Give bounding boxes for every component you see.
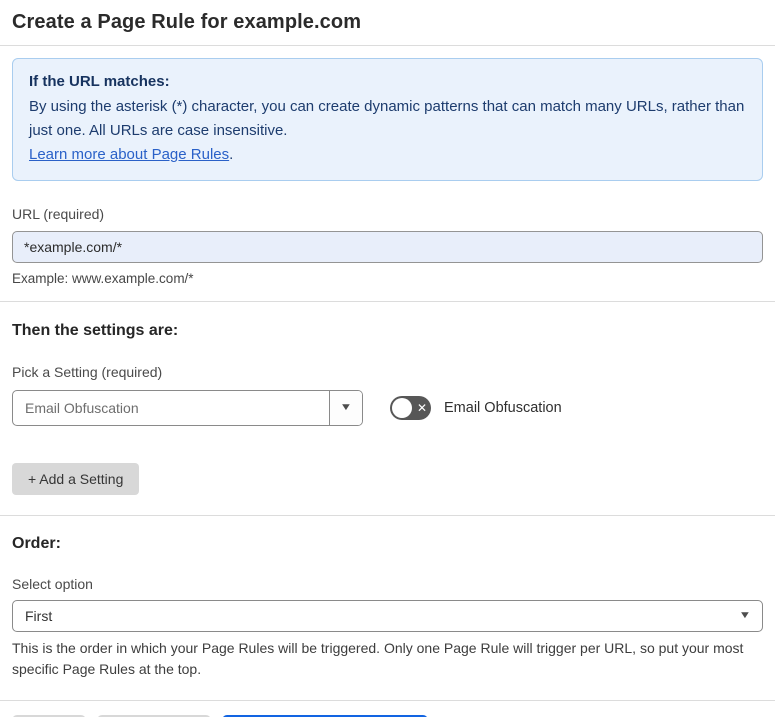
info-box-body: By using the asterisk (*) character, you… <box>29 98 745 139</box>
create-page-rule-panel: Create a Page Rule for example.com If th… <box>0 11 775 717</box>
order-select-value: First <box>25 608 53 624</box>
url-input[interactable] <box>12 231 763 263</box>
url-field-label: URL (required) <box>12 206 105 222</box>
settings-section-divider <box>0 515 775 516</box>
toggle-off-x-icon: ✕ <box>416 401 427 415</box>
pick-setting-dropdown[interactable]: Email Obfuscation ▼ <box>12 390 363 426</box>
learn-more-link[interactable]: Learn more about Page Rules <box>29 146 229 163</box>
toggle-setting-label: Email Obfuscation <box>444 400 562 416</box>
toggle-knob <box>392 398 412 418</box>
info-box-heading: If the URL matches: <box>29 73 170 90</box>
chevron-down-icon: ▼ <box>339 402 353 413</box>
page-title: Create a Page Rule for example.com <box>12 11 362 33</box>
footer-divider <box>0 700 775 701</box>
url-match-info-box: If the URL matches: By using the asteris… <box>12 58 763 181</box>
setting-row: Email Obfuscation ▼ ✕ Email Obfuscation <box>12 390 763 426</box>
add-setting-button[interactable]: + Add a Setting <box>12 463 140 495</box>
info-box-link-line: Learn more about Page Rules. <box>29 143 746 167</box>
header-divider <box>0 45 775 46</box>
order-section-heading: Order: <box>12 535 61 552</box>
link-suffix: . <box>229 146 234 163</box>
url-example-helper: Example: www.example.com/* <box>12 271 194 286</box>
url-section-divider <box>0 301 775 302</box>
email-obfuscation-toggle[interactable]: ✕ <box>390 396 431 420</box>
settings-section-heading: Then the settings are: <box>12 322 179 339</box>
order-select-label: Select option <box>12 576 93 592</box>
order-helper-text: This is the order in which your Page Rul… <box>12 640 744 677</box>
order-select[interactable]: First ▼ <box>12 600 763 632</box>
pick-setting-dropdown-value: Email Obfuscation <box>25 400 139 416</box>
dropdown-arrow-button[interactable]: ▼ <box>329 391 362 425</box>
pick-setting-label: Pick a Setting (required) <box>12 364 163 380</box>
select-chevron-down-icon: ▼ <box>738 610 752 621</box>
